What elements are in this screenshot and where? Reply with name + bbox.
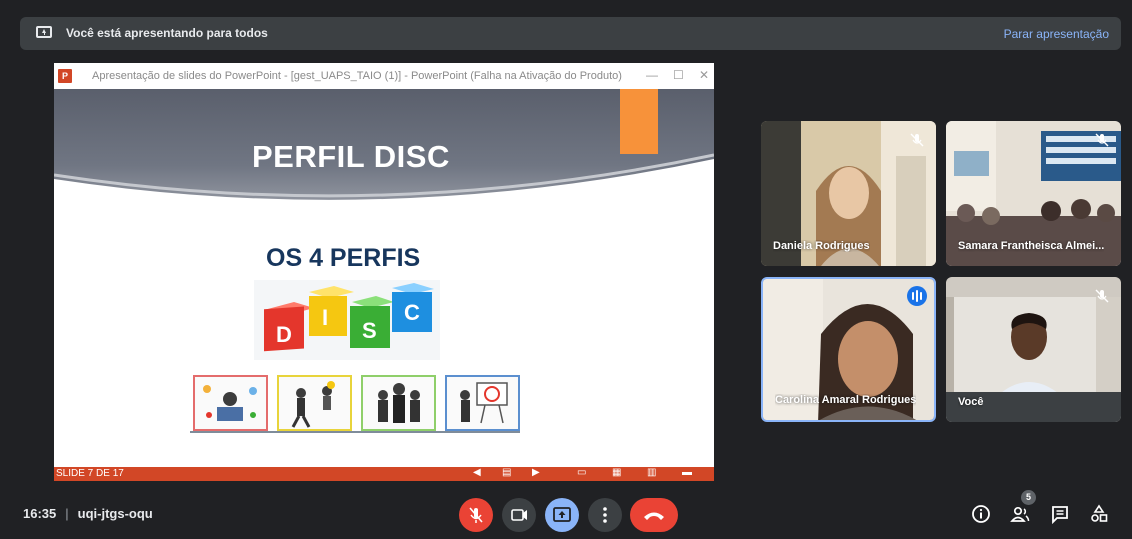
meeting-code: uqi-jtgs-oqu bbox=[77, 506, 153, 521]
mic-off-icon bbox=[1095, 289, 1109, 303]
normal-view-icon[interactable]: ▭ bbox=[577, 467, 586, 478]
window-titlebar: P Apresentação de slides do PowerPoint -… bbox=[54, 63, 714, 89]
next-slide-icon[interactable]: ▶ bbox=[532, 467, 540, 478]
more-options-button[interactable] bbox=[588, 498, 622, 532]
disc-letter-i: I bbox=[322, 305, 328, 330]
slideshow-view-icon[interactable]: ▬ bbox=[682, 467, 692, 478]
presentation-window: P Apresentação de slides do PowerPoint -… bbox=[54, 63, 714, 481]
participant-tile-carolina[interactable]: Carolina Amaral Rodrigues bbox=[761, 277, 936, 422]
participant-name: Você bbox=[958, 396, 984, 408]
slide-counter: SLIDE 7 DE 17 bbox=[56, 468, 124, 479]
previous-slide-icon[interactable]: ◀ bbox=[473, 467, 481, 478]
close-icon[interactable]: ✕ bbox=[699, 68, 709, 82]
slideshow-status-bar: SLIDE 7 DE 17 ◀ ▤ ▶ ▭ ▦ ▥ ▬ bbox=[54, 467, 714, 481]
participant-tile-daniela[interactable]: Daniela Rodrigues bbox=[761, 121, 936, 266]
activities-icon[interactable] bbox=[1088, 503, 1110, 525]
slide-divider bbox=[190, 431, 520, 433]
disc-letter-c: C bbox=[404, 300, 420, 325]
info-icon[interactable] bbox=[970, 503, 992, 525]
mic-off-icon bbox=[910, 133, 924, 147]
meeting-info: 16:35 | uqi-jtgs-oqu bbox=[23, 506, 153, 521]
participant-name: Carolina Amaral Rodrigues bbox=[775, 394, 917, 406]
participant-count-badge: 5 bbox=[1021, 490, 1036, 505]
disc-letter-s: S bbox=[362, 318, 377, 343]
present-now-button[interactable] bbox=[545, 498, 579, 532]
present-icon bbox=[36, 26, 52, 38]
divider: | bbox=[65, 506, 69, 521]
profile-conscientiousness-image bbox=[445, 375, 520, 431]
participant-tile-voce[interactable]: Você bbox=[946, 277, 1121, 422]
profile-influence-image bbox=[277, 375, 352, 431]
participant-name: Samara Frantheisca Almei... bbox=[958, 240, 1105, 252]
stop-presenting-button[interactable]: Parar apresentação bbox=[1004, 27, 1109, 41]
camera-icon bbox=[511, 509, 527, 521]
profile-images bbox=[193, 375, 523, 435]
powerpoint-logo-icon: P bbox=[58, 69, 72, 83]
slide-menu-icon[interactable]: ▤ bbox=[502, 467, 511, 478]
window-title: Apresentação de slides do PowerPoint - [… bbox=[92, 70, 622, 82]
presenting-banner: Você está apresentando para todos Parar … bbox=[20, 17, 1121, 50]
present-now-icon bbox=[553, 507, 571, 522]
mic-off-icon bbox=[469, 507, 483, 523]
profile-dominance-image bbox=[193, 375, 268, 431]
participant-tile-samara[interactable]: Samara Frantheisca Almei... bbox=[946, 121, 1121, 266]
disc-letter-d: D bbox=[276, 322, 292, 347]
slide-subtitle: OS 4 PERFIS bbox=[266, 244, 421, 272]
slide-title: PERFIL DISC bbox=[252, 139, 450, 174]
slide-sorter-icon[interactable]: ▦ bbox=[612, 467, 621, 478]
current-time: 16:35 bbox=[23, 506, 57, 521]
chat-icon[interactable] bbox=[1049, 503, 1071, 525]
hang-up-icon bbox=[644, 512, 664, 520]
slide-accent-block bbox=[620, 89, 658, 154]
participant-name: Daniela Rodrigues bbox=[773, 240, 870, 252]
disc-cubes-image: D I S C bbox=[254, 280, 440, 360]
speaking-indicator-icon bbox=[907, 286, 927, 306]
more-options-icon bbox=[603, 507, 607, 523]
mic-off-icon bbox=[1095, 133, 1109, 147]
minimize-icon[interactable]: — bbox=[646, 68, 658, 82]
people-icon[interactable] bbox=[1009, 503, 1031, 525]
reading-view-icon[interactable]: ▥ bbox=[647, 467, 656, 478]
presenting-message: Você está apresentando para todos bbox=[66, 26, 268, 40]
leave-call-button[interactable] bbox=[630, 498, 678, 532]
profile-steadiness-image bbox=[361, 375, 436, 431]
toggle-microphone-button[interactable] bbox=[459, 498, 493, 532]
toggle-camera-button[interactable] bbox=[502, 498, 536, 532]
maximize-icon[interactable]: ☐ bbox=[673, 68, 684, 82]
